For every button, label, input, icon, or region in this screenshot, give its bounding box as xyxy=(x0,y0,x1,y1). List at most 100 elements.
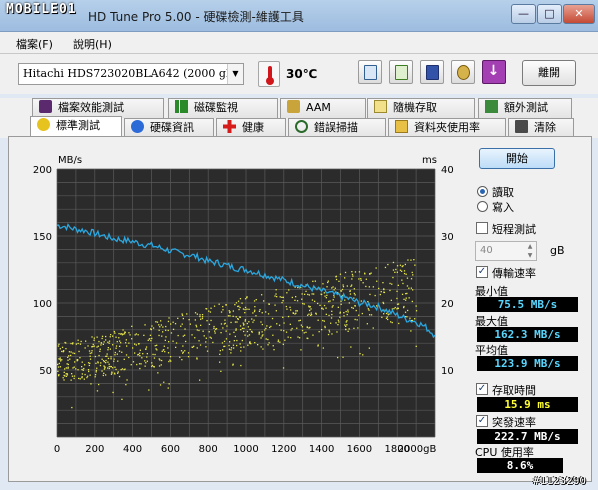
spin-arrows-icon[interactable]: ▲ ▼ xyxy=(524,242,536,260)
minimize-button[interactable]: — xyxy=(511,4,536,24)
access-time-point xyxy=(399,264,402,266)
access-time-point xyxy=(120,342,122,344)
close-button[interactable]: ✕ xyxy=(563,4,595,24)
access-time-point xyxy=(332,305,334,307)
short-test-size-value: 40 xyxy=(480,245,493,256)
start-button[interactable]: 開始 xyxy=(479,148,555,169)
access-time-point xyxy=(297,286,299,289)
read-radio[interactable] xyxy=(477,186,488,197)
access-time-point xyxy=(145,362,147,364)
short-test-size-input[interactable]: 40 ▲ ▼ xyxy=(475,241,537,261)
access-time-point xyxy=(282,367,285,369)
access-time-point xyxy=(75,368,77,370)
access-time-point xyxy=(326,286,328,288)
drive-select[interactable]: Hitachi HDS723020BLA642 (2000 gB) ▼ xyxy=(18,63,244,85)
tab-file-benchmark[interactable]: 檔案效能測試 xyxy=(32,98,164,118)
copy-text-button[interactable] xyxy=(358,60,382,84)
access-time-point xyxy=(193,345,195,347)
transfer-rate-checkbox[interactable]: ✓ xyxy=(476,266,488,278)
access-time-point xyxy=(225,330,227,332)
tab-erase[interactable]: 清除 xyxy=(508,118,574,138)
chevron-down-icon[interactable]: ▼ xyxy=(227,64,243,84)
tab-benchmark[interactable]: 標準測試 xyxy=(30,116,122,138)
save-button[interactable] xyxy=(420,60,444,84)
access-time-point xyxy=(320,293,322,295)
toolbar: Hitachi HDS723020BLA642 (2000 gB) ▼ 30℃ … xyxy=(0,54,598,94)
access-time-point xyxy=(240,350,242,352)
access-time-point xyxy=(283,322,285,324)
access-time-point xyxy=(84,373,86,376)
short-test-checkbox[interactable] xyxy=(476,222,488,234)
access-time-point xyxy=(72,342,74,344)
copy-screenshot-icon xyxy=(395,65,408,80)
options-button[interactable] xyxy=(451,60,475,84)
tab-aam[interactable]: AAM xyxy=(280,98,366,118)
access-time-point xyxy=(367,308,369,310)
access-time-point xyxy=(194,337,196,339)
access-time-point xyxy=(73,377,75,380)
access-time-point xyxy=(108,340,111,342)
access-time-point xyxy=(121,351,123,353)
download-button[interactable]: ↓ xyxy=(482,60,506,84)
access-time-point xyxy=(114,372,116,374)
tab-extra-tests[interactable]: 額外測試 xyxy=(478,98,572,118)
access-time-point xyxy=(277,340,279,343)
access-time-point xyxy=(347,311,349,313)
menu-file[interactable]: 檔案(F) xyxy=(16,36,53,52)
access-time-point xyxy=(59,348,61,350)
access-time-point xyxy=(317,344,319,346)
maximize-button[interactable]: □ xyxy=(537,4,562,24)
access-time-point xyxy=(102,343,104,345)
burst-rate-label: 突發速率 xyxy=(492,416,536,429)
tab-folder-usage[interactable]: 資料夾使用率 xyxy=(388,118,506,138)
access-time-checkbox[interactable]: ✓ xyxy=(476,383,488,395)
tab-drive-info[interactable]: 硬碟資訊 xyxy=(124,118,214,138)
access-time-point xyxy=(107,361,109,363)
copy-image-button[interactable] xyxy=(389,60,413,84)
access-time-point xyxy=(369,273,371,275)
y-right-tick-label: 20 xyxy=(441,299,454,310)
access-time-point xyxy=(213,325,215,328)
access-time-point xyxy=(402,282,404,285)
access-time-point xyxy=(234,335,236,338)
access-time-point xyxy=(222,309,224,311)
tab-disk-monitor[interactable]: 磁碟監視 xyxy=(168,98,278,118)
access-time-point xyxy=(350,346,352,348)
access-time-point xyxy=(134,352,136,354)
access-time-point xyxy=(407,259,409,261)
access-time-point xyxy=(327,333,330,336)
access-time-point xyxy=(125,342,127,344)
access-time-point xyxy=(340,300,342,302)
access-time-point xyxy=(65,373,67,375)
tab-random-access[interactable]: 隨機存取 xyxy=(367,98,475,118)
tab-error-scan[interactable]: 錯誤掃描 xyxy=(288,118,386,138)
tab-label: 檔案效能測試 xyxy=(58,101,124,114)
access-time-point xyxy=(345,328,347,330)
access-time-point xyxy=(248,308,250,310)
access-time-point xyxy=(301,326,304,328)
exit-button[interactable]: 離開 xyxy=(522,60,576,86)
access-time-point xyxy=(415,310,418,312)
access-time-point xyxy=(208,310,210,312)
access-time-point xyxy=(401,279,403,281)
access-time-point xyxy=(263,300,265,302)
access-time-point xyxy=(63,371,65,373)
access-time-point xyxy=(345,325,347,327)
access-time-point xyxy=(160,320,162,322)
write-radio[interactable] xyxy=(477,201,488,212)
access-time-point xyxy=(338,321,340,323)
tab-health[interactable]: 健康 xyxy=(216,118,286,138)
access-time-point xyxy=(277,339,280,341)
access-time-point xyxy=(198,340,200,342)
access-time-point xyxy=(112,367,114,369)
burst-rate-checkbox[interactable]: ✓ xyxy=(476,415,488,427)
access-time-point xyxy=(387,318,389,321)
access-time-point xyxy=(352,275,354,277)
access-time-point xyxy=(58,343,60,345)
access-time-point xyxy=(259,309,261,311)
access-time-point xyxy=(110,334,112,336)
access-time-point xyxy=(226,325,228,327)
short-test-label: 短程測試 xyxy=(492,223,536,236)
access-time-point xyxy=(107,357,110,360)
menu-help[interactable]: 說明(H) xyxy=(73,36,112,52)
